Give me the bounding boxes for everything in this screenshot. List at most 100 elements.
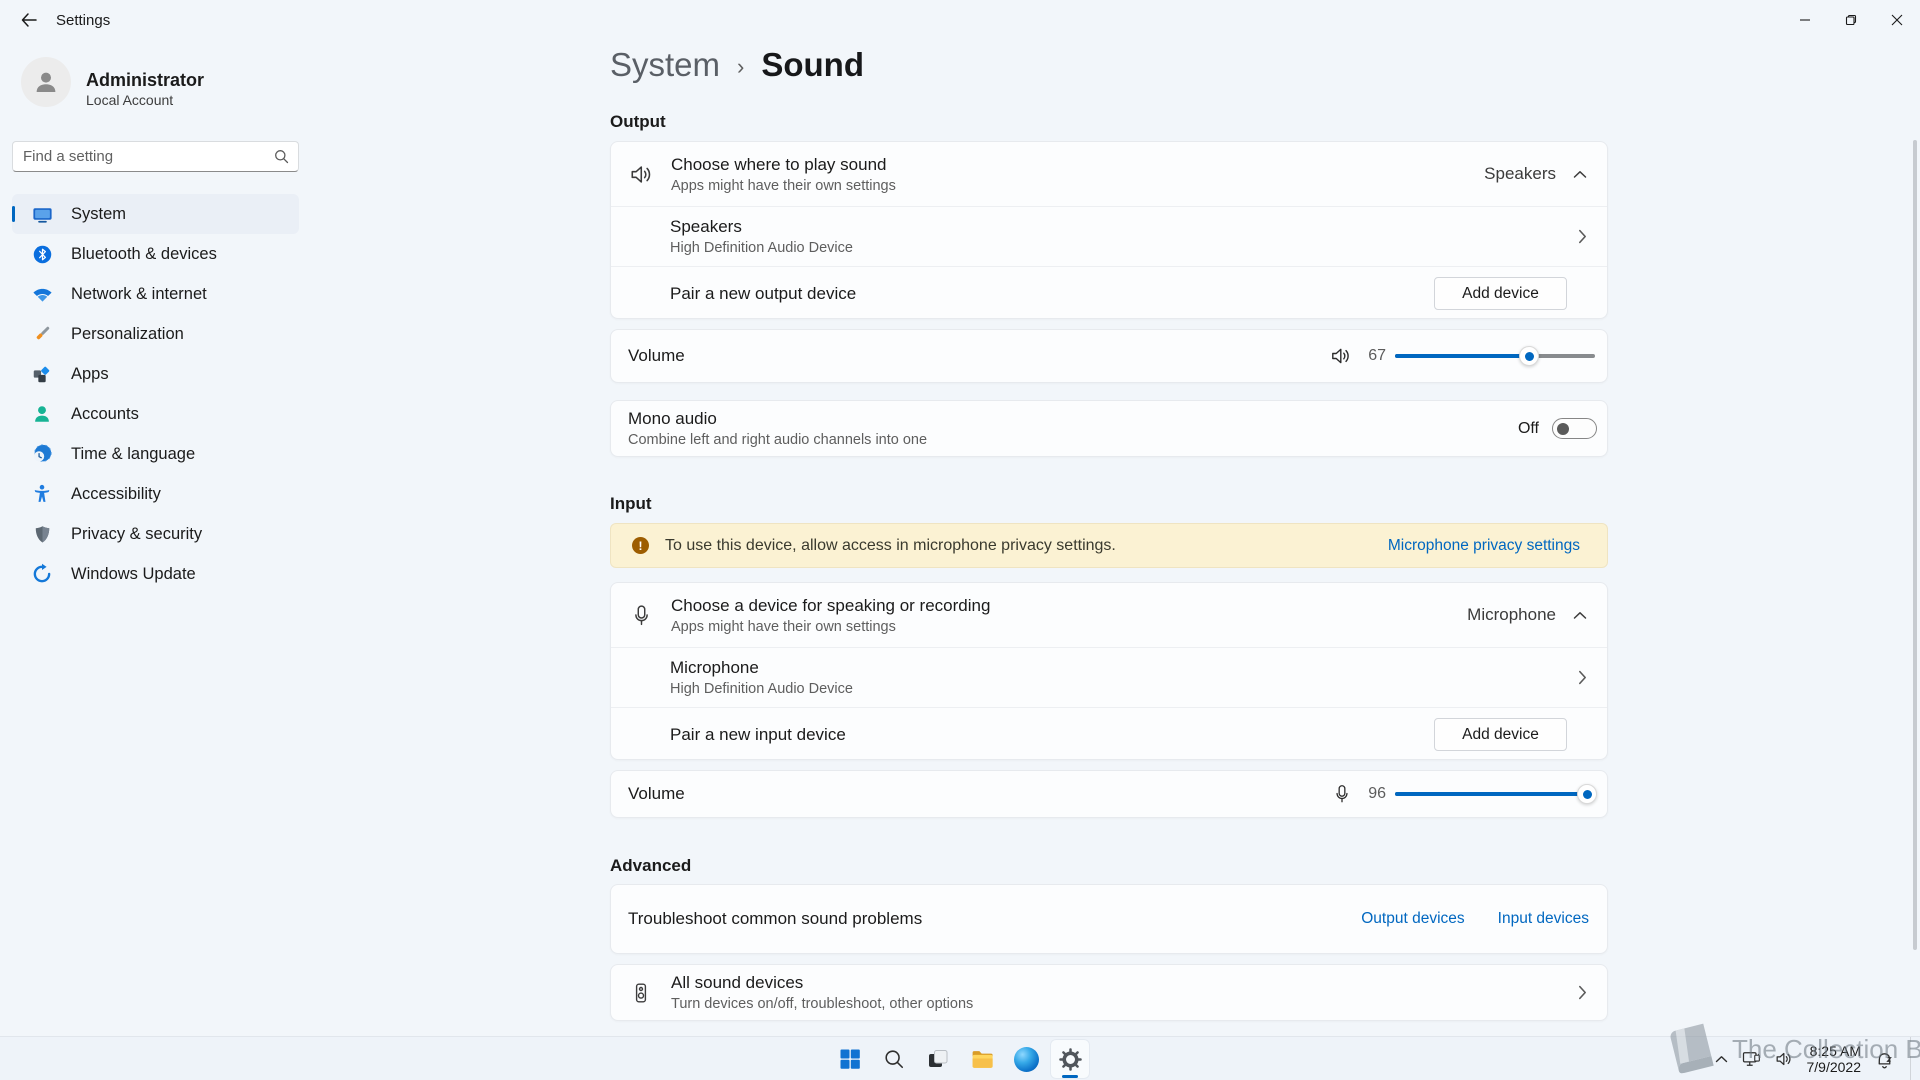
network-tray-button[interactable]	[1741, 1049, 1761, 1069]
output-devices-link[interactable]: Output devices	[1361, 910, 1464, 928]
sidebar-item-privacy-security[interactable]: Privacy & security	[12, 514, 299, 554]
back-button[interactable]	[12, 5, 46, 35]
all-sound-devices-text: All sound devices Turn devices on/off, t…	[671, 973, 973, 1012]
personalization-icon	[30, 322, 54, 346]
all-sound-devices-row[interactable]: All sound devices Turn devices on/off, t…	[611, 965, 1607, 1020]
speaker-icon	[611, 161, 671, 188]
sidebar-item-windows-update[interactable]: Windows Update	[12, 554, 299, 594]
slider-thumb[interactable]	[1519, 346, 1539, 366]
output-chooser-text: Choose where to play sound Apps might ha…	[671, 155, 896, 194]
mono-audio-text: Mono audio Combine left and right audio …	[628, 409, 927, 448]
input-volume-row: Volume 96	[611, 771, 1607, 817]
output-device-chooser-row[interactable]: Choose where to play sound Apps might ha…	[611, 142, 1607, 206]
sidebar-item-time-language[interactable]: Time & language	[12, 434, 299, 474]
sidebar-item-accounts[interactable]: Accounts	[12, 394, 299, 434]
sidebar-item-apps[interactable]: Apps	[12, 354, 299, 394]
settings-taskbar-button[interactable]	[1050, 1039, 1090, 1079]
chevron-right-icon	[1578, 229, 1587, 244]
clock-time: 8:25 AM	[1807, 1043, 1862, 1059]
volume-tray-button[interactable]	[1774, 1049, 1794, 1069]
mono-audio-subtitle: Combine left and right audio channels in…	[628, 432, 927, 448]
sidebar-item-accessibility[interactable]: Accessibility	[12, 474, 299, 514]
output-speakers-row[interactable]: Speakers High Definition Audio Device	[611, 206, 1607, 266]
sidebar-item-label: Network & internet	[71, 285, 207, 304]
input-device-select[interactable]: Microphone	[1467, 605, 1587, 625]
breadcrumb-parent[interactable]: System	[610, 46, 720, 84]
input-device-selected-value: Microphone	[1467, 605, 1556, 625]
pair-input-label: Pair a new input device	[670, 725, 846, 745]
sidebar-item-label: Windows Update	[71, 565, 196, 584]
output-device-select[interactable]: Speakers	[1484, 164, 1587, 184]
input-chooser-title: Choose a device for speaking or recordin…	[671, 596, 990, 616]
sidebar-item-label: Accounts	[71, 405, 139, 424]
bell-dnd-icon	[1874, 1049, 1895, 1070]
speaker-small-icon[interactable]	[1329, 344, 1353, 368]
input-device-chooser-row[interactable]: Choose a device for speaking or recordin…	[611, 583, 1607, 647]
microphone-small-icon[interactable]	[1331, 783, 1353, 805]
sidebar-item-network-internet[interactable]: Network & internet	[12, 274, 299, 314]
hidden-icons-button[interactable]	[1715, 1055, 1728, 1063]
microphone-device-name: Microphone	[670, 658, 853, 678]
task-view-button[interactable]	[918, 1039, 958, 1079]
microphone-privacy-settings-link[interactable]: Microphone privacy settings	[1388, 537, 1580, 555]
edge-button[interactable]	[1006, 1039, 1046, 1079]
chevron-up-icon	[1573, 611, 1587, 620]
toggle-knob	[1557, 423, 1569, 435]
input-volume-slider[interactable]	[1395, 784, 1595, 804]
output-volume-slider[interactable]	[1395, 346, 1595, 366]
settings-gear-icon	[1058, 1047, 1083, 1072]
edge-icon	[1014, 1047, 1039, 1072]
speakers-device-name: Speakers	[670, 217, 853, 237]
bluetooth-icon	[30, 242, 54, 266]
windows-update-icon	[30, 562, 54, 586]
taskbar: 8:25 AM 7/9/2022	[0, 1036, 1920, 1080]
sidebar-item-personalization[interactable]: Personalization	[12, 314, 299, 354]
advanced-section-label: Advanced	[610, 856, 691, 876]
network-icon	[30, 282, 54, 306]
taskbar-search-button[interactable]	[874, 1039, 914, 1079]
system-tray: 8:25 AM 7/9/2022	[1715, 1037, 1915, 1080]
start-button[interactable]	[830, 1039, 870, 1079]
search-icon	[274, 149, 289, 164]
vertical-scrollbar[interactable]	[1913, 140, 1917, 950]
notifications-button[interactable]	[1874, 1049, 1895, 1070]
sidebar-item-label: Accessibility	[71, 485, 161, 504]
apps-icon	[30, 362, 54, 386]
add-output-device-button[interactable]: Add device	[1434, 277, 1567, 310]
sidebar-nav: System Bluetooth & devices Network & int…	[12, 194, 299, 594]
input-card: Choose a device for speaking or recordin…	[610, 582, 1608, 760]
output-chooser-subtitle: Apps might have their own settings	[671, 178, 896, 194]
sidebar-item-label: Time & language	[71, 445, 195, 464]
output-card: Choose where to play sound Apps might ha…	[610, 141, 1608, 319]
input-volume-value: 96	[1362, 785, 1386, 803]
taskbar-center-icons	[830, 1037, 1090, 1080]
restore-button[interactable]	[1828, 0, 1874, 40]
search-input[interactable]	[13, 148, 274, 165]
mono-audio-toggle[interactable]	[1552, 418, 1597, 439]
user-name: Administrator	[86, 70, 204, 91]
file-explorer-button[interactable]	[962, 1039, 1002, 1079]
mono-audio-title: Mono audio	[628, 409, 927, 429]
avatar[interactable]	[21, 57, 71, 107]
taskbar-clock[interactable]: 8:25 AM 7/9/2022	[1807, 1043, 1862, 1075]
show-desktop-button[interactable]	[1910, 1037, 1914, 1080]
add-input-device-button[interactable]: Add device	[1434, 718, 1567, 751]
chevron-right-icon	[1578, 670, 1587, 685]
input-devices-link[interactable]: Input devices	[1498, 910, 1589, 928]
search-box[interactable]	[12, 141, 299, 172]
slider-thumb[interactable]	[1577, 784, 1597, 804]
sidebar-item-system[interactable]: System	[12, 194, 299, 234]
close-button[interactable]	[1874, 0, 1920, 40]
input-microphone-row[interactable]: Microphone High Definition Audio Device	[611, 647, 1607, 707]
all-sound-devices-card[interactable]: All sound devices Turn devices on/off, t…	[610, 964, 1608, 1021]
sidebar-item-label: Privacy & security	[71, 525, 202, 544]
warning-icon: !	[632, 537, 649, 554]
input-volume-card: Volume 96	[610, 770, 1608, 818]
input-chooser-text: Choose a device for speaking or recordin…	[671, 596, 990, 635]
system-icon	[30, 202, 54, 226]
mono-audio-card: Mono audio Combine left and right audio …	[610, 400, 1608, 457]
minimize-button[interactable]	[1782, 0, 1828, 40]
output-section-label: Output	[610, 112, 666, 132]
settings-window: Settings Administrator Local Account	[0, 0, 1920, 1080]
sidebar-item-bluetooth-devices[interactable]: Bluetooth & devices	[12, 234, 299, 274]
